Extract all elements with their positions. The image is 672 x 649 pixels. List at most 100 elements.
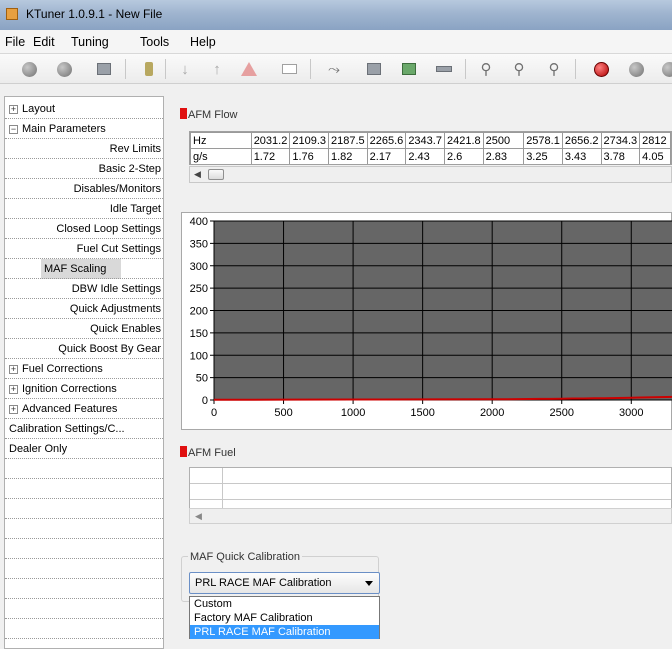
zoom-in-icon[interactable]: ⚲ [510,60,528,78]
expand-icon[interactable]: + [9,384,18,394]
table-cell[interactable]: 1.82 [328,148,368,164]
record-icon[interactable] [592,60,610,78]
graph-icon[interactable]: ⤳ [325,60,343,78]
sidebar-item-quick-adjustments[interactable]: Quick Adjustments [5,299,163,319]
plug-icon[interactable] [140,60,158,78]
table-cell[interactable]: 2.6 [443,148,484,164]
table-cell[interactable]: 2421.8 [443,132,484,149]
stop-icon[interactable] [627,60,645,78]
table-cell[interactable]: 2343.7 [405,132,445,149]
sidebar-item-disables-monitors[interactable]: Disables/Monitors [5,179,163,199]
red-marker-icon [180,108,187,119]
sidebar-item-label: DBW Idle Settings [71,283,161,295]
rectangle-icon[interactable] [280,60,298,78]
warning-icon[interactable] [240,60,258,78]
sidebar-item-label: Ignition Corrections [22,383,117,395]
menu-tuning[interactable]: Tuning [71,35,109,49]
sidebar-item-maf-scaling[interactable]: MAF Scaling [41,259,121,279]
dropdown-option-custom[interactable]: Custom [190,597,379,611]
window-title: KTuner 1.0.9.1 - New File [26,7,163,21]
table-cell[interactable]: 2031.2 [250,132,291,149]
sidebar-item-layout[interactable]: + Layout [9,99,55,119]
car-icon[interactable] [435,60,453,78]
save-green-icon[interactable] [400,60,418,78]
table-cell[interactable]: 2.43 [405,148,445,164]
maf-calibration-select[interactable]: PRL RACE MAF Calibration [189,572,380,594]
dropdown-option-factory[interactable]: Factory MAF Calibration [190,611,379,625]
sidebar-tree: + Layout − Main Parameters Rev Limits Basic 2… [4,96,164,649]
sidebar-item-dealer-only[interactable]: Dealer Only [9,439,67,459]
sidebar-item-quick-enables[interactable]: Quick Enables [5,319,163,339]
sidebar-item-idle-target[interactable]: Idle Target [5,199,163,219]
table-cell[interactable]: 3.25 [523,148,563,164]
sidebar-item-advanced-features[interactable]: + Advanced Features [9,399,117,419]
maf-calibration-dropdown: Custom Factory MAF Calibration PRL RACE … [189,596,380,639]
sidebar-item-label: Quick Adjustments [69,303,161,315]
globe-icon[interactable] [55,60,73,78]
menu-edit[interactable]: Edit [33,35,55,49]
collapse-icon[interactable]: − [9,124,18,134]
table-cell[interactable]: 2265.6 [366,132,407,149]
sidebar-item-label: Calibration Settings/C... [9,423,125,435]
scroll-thumb[interactable] [208,169,224,180]
table-cell[interactable]: 2187.5 [328,132,368,149]
table-cell[interactable]: 1.76 [289,148,329,164]
main-content: AFM Flow Hz 2031.2 2109.3 2187.5 2265.6 2343.… [171,96,672,649]
table-cell[interactable]: 2578.1 [523,132,563,149]
table-cell[interactable]: 2.17 [366,148,407,164]
table-cell[interactable]: 1.72 [250,148,291,164]
x-tick-label: 500 [274,407,292,419]
expand-icon[interactable]: + [9,364,18,374]
next-icon[interactable] [660,60,672,78]
sidebar-item-closed-loop-settings[interactable]: Closed Loop Settings [5,219,163,239]
sidebar-item-main-parameters[interactable]: − Main Parameters [9,119,106,139]
grey-circle-icon[interactable] [20,60,38,78]
table-cell[interactable]: 2109.3 [289,132,329,149]
zoom-out-icon[interactable]: ⚲ [545,60,563,78]
table-cell[interactable]: 2734.3 [600,132,641,149]
afm-flow-chart: 0 50 100 150 200 250 300 350 400 0 500 1000 1500 2000… [181,212,672,430]
sidebar-item-label: Layout [22,103,56,115]
expand-icon[interactable]: + [9,104,18,114]
table-cell[interactable]: 2656.2 [561,132,602,149]
x-tick-label: 3000 [619,407,643,419]
sidebar-item-dbw-idle-settings[interactable]: DBW Idle Settings [5,279,163,299]
chip-icon[interactable] [95,60,113,78]
table-row-line [190,483,671,484]
table-cell[interactable]: 2500 [482,132,525,149]
sidebar-item-fuel-corrections[interactable]: + Fuel Corrections [9,359,103,379]
expand-icon[interactable]: + [9,404,18,414]
sidebar-item-basic-2-step[interactable]: Basic 2-Step [5,159,163,179]
menu-tools[interactable]: Tools [140,35,169,49]
table-cell[interactable]: 4.05 [639,148,671,164]
sidebar-item-rev-limits[interactable]: Rev Limits [5,139,163,159]
afm-flow-scrollbar[interactable]: ◀ [189,166,672,183]
sidebar-item-fuel-cut-settings[interactable]: Fuel Cut Settings [5,239,163,259]
save-icon[interactable] [365,60,383,78]
table-cell[interactable]: 3.78 [600,148,641,164]
chart-svg: 0 50 100 150 200 250 300 350 400 0 500 1000 1500 2000… [190,216,672,419]
menu-help[interactable]: Help [190,35,216,49]
table-cell[interactable]: 2812 [639,132,671,149]
down-arrow-icon[interactable]: ↓ [176,60,194,78]
sidebar-item-label: MAF Scaling [44,263,107,275]
afm-fuel-scrollbar[interactable]: ◀ [189,508,672,524]
x-tick-label: 2000 [480,407,504,419]
scroll-left-icon[interactable]: ◀ [195,511,202,522]
table-cell[interactable]: 3.43 [561,148,602,164]
up-arrow-icon[interactable]: ↑ [208,60,226,78]
chevron-down-icon[interactable] [365,581,373,586]
sidebar-item-ignition-corrections[interactable]: + Ignition Corrections [9,379,117,399]
scroll-left-icon[interactable]: ◀ [194,169,201,180]
sidebar-item-quick-boost-by-gear[interactable]: Quick Boost By Gear [5,339,163,359]
toolbar-separator [310,59,311,79]
menu-file[interactable]: File [5,35,25,49]
sidebar-item-calibration-settings-c[interactable]: Calibration Settings/C... [9,419,125,439]
x-tick-label: 2500 [549,407,573,419]
zoom-icon[interactable]: ⚲ [477,60,495,78]
sidebar-item-label: Quick Boost By Gear [58,343,161,355]
dropdown-option-prl-race[interactable]: PRL RACE MAF Calibration [190,625,379,639]
table-cell[interactable]: 2.83 [482,148,525,164]
tree-row-divider [5,558,163,559]
y-tick-label: 300 [190,261,208,273]
